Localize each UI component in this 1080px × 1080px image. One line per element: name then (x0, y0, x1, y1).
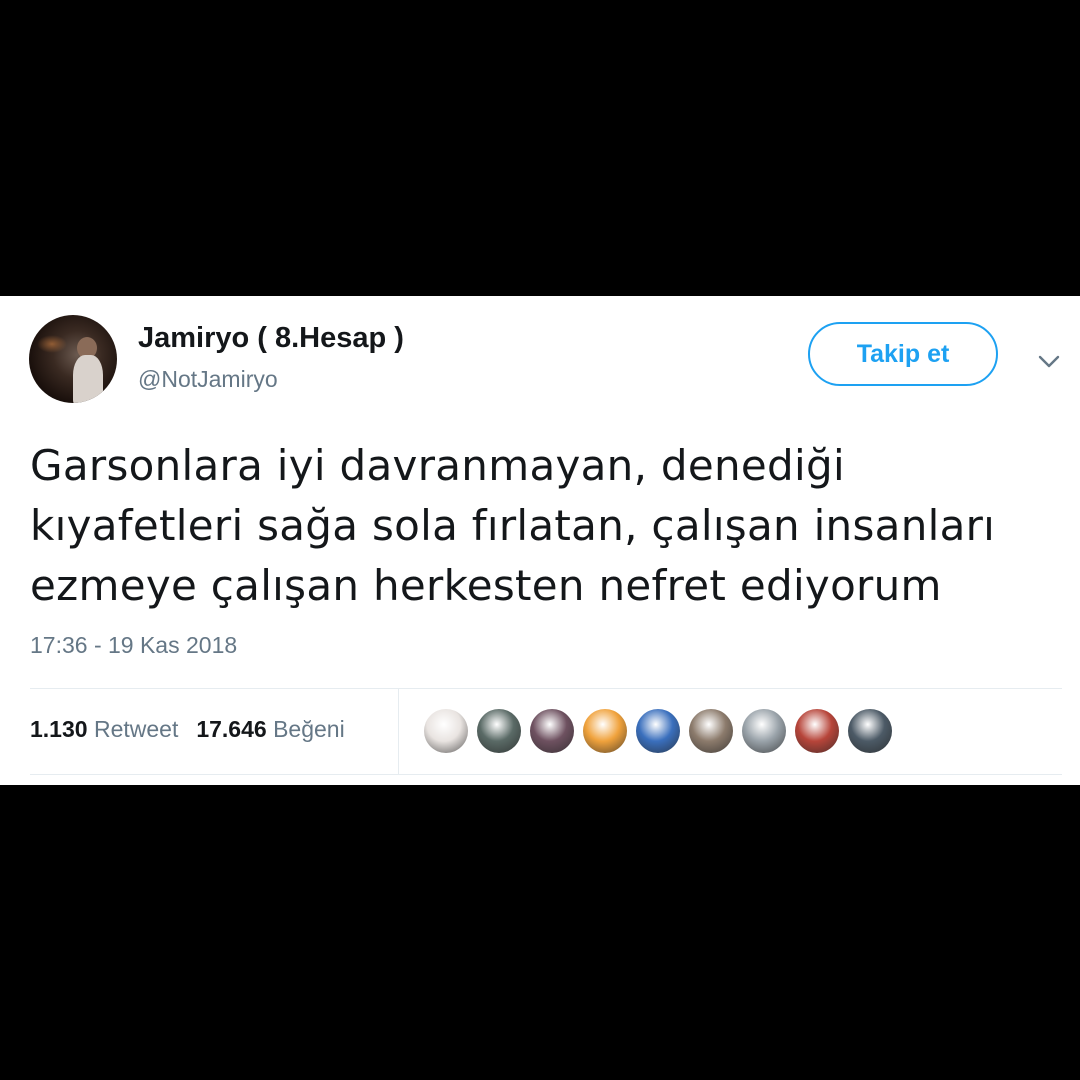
retweets-count: 1.130 (30, 716, 88, 742)
likes-stat[interactable]: 17.646 Beğeni (196, 716, 344, 742)
retweets-stat[interactable]: 1.130 Retweet (30, 716, 178, 742)
likes-label: Beğeni (273, 716, 345, 742)
divider (398, 688, 399, 774)
liker-avatar-7[interactable] (742, 709, 786, 753)
retweets-label: Retweet (93, 716, 179, 742)
liker-avatar-1[interactable] (424, 709, 468, 753)
liker-avatar-3[interactable] (530, 709, 574, 753)
liker-avatar-8[interactable] (795, 709, 839, 753)
liker-avatar-2[interactable] (477, 709, 521, 753)
follow-button[interactable]: Takip et (808, 322, 998, 386)
tweet-stats: 1.130 Retweet 17.646 Beğeni (30, 716, 345, 743)
divider (30, 774, 1062, 775)
liker-avatar-5[interactable] (636, 709, 680, 753)
tweet-timestamp[interactable]: 17:36 - 19 Kas 2018 (30, 632, 237, 659)
chevron-down-icon[interactable] (1036, 348, 1062, 374)
liker-avatar-4[interactable] (583, 709, 627, 753)
tweet-text: Garsonlara iyi davranmayan, denediği kıy… (30, 441, 996, 610)
display-name[interactable]: Jamiryo ( 8.Hesap ) (138, 322, 404, 355)
divider (30, 688, 1062, 689)
liker-avatar-6[interactable] (689, 709, 733, 753)
user-handle[interactable]: @NotJamiryo (138, 366, 278, 393)
user-avatar[interactable] (29, 315, 117, 403)
likes-count: 17.646 (196, 716, 267, 742)
liker-avatar-9[interactable] (848, 709, 892, 753)
